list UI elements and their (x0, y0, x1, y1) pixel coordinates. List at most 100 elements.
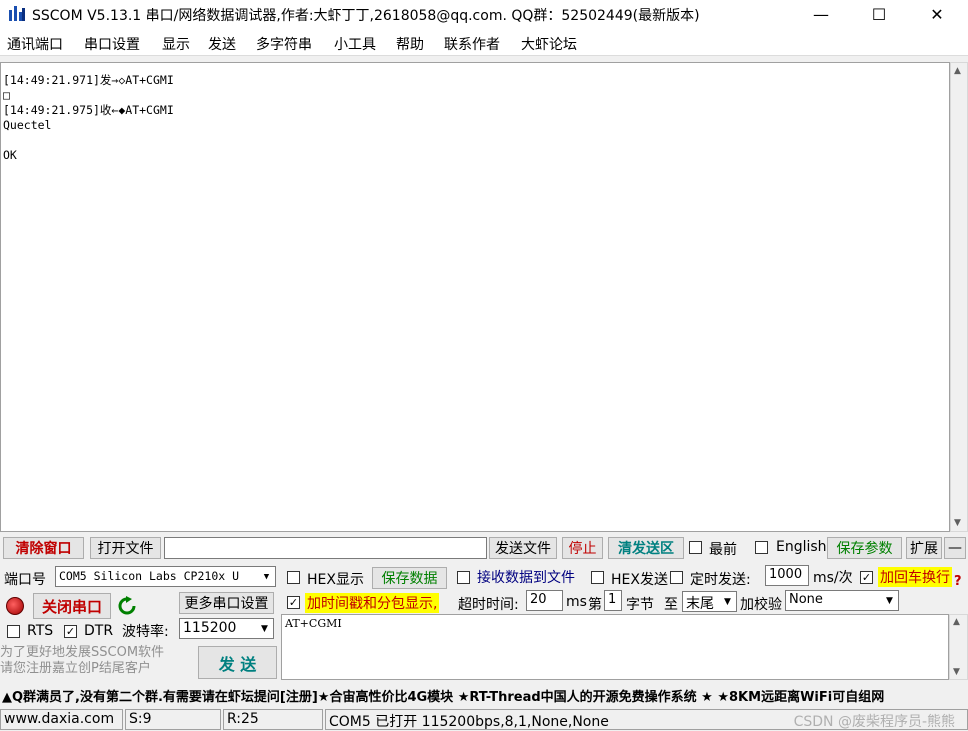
ad-text[interactable]: 为了更好地发展SSCOM软件 请您注册嘉立创P结尾客户 (0, 645, 195, 681)
help-icon[interactable]: ? (954, 574, 962, 589)
menu-send[interactable]: 发送 (208, 34, 236, 54)
chevron-down-icon[interactable]: ▼ (720, 593, 735, 610)
checksum-select[interactable]: None ▼ (785, 590, 899, 611)
latest-checkbox[interactable] (689, 541, 702, 554)
timeout-label: 超时时间: (458, 597, 519, 613)
dtr-checkbox[interactable]: ✓ (64, 625, 77, 638)
open-file-button[interactable]: 打开文件 (90, 537, 161, 559)
receive-line: Quectel (3, 118, 52, 132)
add-crlf-label: 加回车换行 (878, 567, 952, 587)
receive-line: [14:49:21.975]收←◆AT+CGMI (3, 103, 174, 117)
receive-line: □ (3, 88, 10, 102)
menu-contact[interactable]: 联系作者 (444, 34, 500, 54)
english-checkbox[interactable] (755, 541, 768, 554)
status-port: COM5 已打开 115200bps,8,1,None,None CSDN @废… (325, 709, 968, 730)
byte-label: 字节 (626, 597, 654, 613)
scroll-up-icon[interactable]: ▲ (954, 66, 961, 76)
send-button[interactable]: 发 送 (198, 646, 277, 679)
menu-serial-settings[interactable]: 串口设置 (84, 34, 140, 54)
checksum-label: 加校验 (740, 597, 782, 613)
send-input[interactable]: AT+CGMI (281, 614, 949, 680)
dtr-label: DTR (84, 623, 114, 639)
minimize-button[interactable]: — (798, 0, 844, 28)
window-title: SSCOM V5.13.1 串口/网络数据调试器,作者:大虾丁丁,2618058… (32, 8, 700, 24)
add-crlf-checkbox[interactable]: ✓ (860, 571, 873, 584)
timed-send-label: 定时发送: (690, 572, 751, 588)
ad-line: 请您注册嘉立创P结尾客户 (0, 661, 151, 676)
rts-checkbox[interactable] (7, 625, 20, 638)
rts-label: RTS (27, 623, 54, 639)
status-sent-count: S:9 (125, 709, 221, 730)
scroll-down-icon[interactable]: ▼ (954, 518, 961, 528)
chevron-down-icon[interactable]: ▼ (259, 568, 274, 585)
hex-send-checkbox[interactable] (591, 571, 604, 584)
maximize-button[interactable]: ☐ (856, 0, 902, 28)
menu-display[interactable]: 显示 (162, 34, 190, 54)
send-scrollbar[interactable]: ▲ ▼ (949, 614, 968, 680)
menu-tools[interactable]: 小工具 (334, 34, 376, 54)
menu-bar: 通讯端口 串口设置 显示 发送 多字符串 小工具 帮助 联系作者 大虾论坛 (0, 28, 968, 56)
refresh-icon[interactable] (117, 596, 137, 616)
port-status-icon (6, 597, 24, 615)
baud-value: 115200 (183, 620, 237, 636)
hex-display-label: HEX显示 (307, 572, 364, 588)
save-data-button[interactable]: 保存数据 (372, 567, 447, 589)
latest-label: 最前 (709, 542, 737, 558)
nth-input[interactable]: 1 (604, 590, 622, 611)
menu-comm-port[interactable]: 通讯端口 (7, 34, 63, 54)
timeout-input[interactable]: 20 (526, 590, 563, 611)
end-select[interactable]: 末尾 ▼ (682, 591, 737, 612)
timestamp-label: 加时间戳和分包显示, (305, 593, 440, 613)
interval-unit: ms/次 (813, 570, 853, 586)
checksum-value: None (789, 592, 823, 607)
title-bar: SSCOM V5.13.1 串口/网络数据调试器,作者:大虾丁丁,2618058… (0, 0, 968, 28)
save-params-button[interactable]: 保存参数 (827, 537, 902, 559)
menu-forum[interactable]: 大虾论坛 (521, 34, 577, 54)
timeout-unit: ms (566, 594, 587, 610)
port-value: COM5 Silicon Labs CP210x U (59, 569, 240, 583)
hex-send-label: HEX发送 (611, 572, 668, 588)
close-port-button[interactable]: 关闭串口 (33, 593, 111, 619)
status-site[interactable]: www.daxia.com (0, 709, 123, 730)
interval-input[interactable]: 1000 (765, 565, 809, 586)
chevron-down-icon[interactable]: ▼ (882, 592, 897, 609)
scroll-up-icon[interactable]: ▲ (953, 617, 960, 627)
baud-select[interactable]: 115200 ▼ (179, 618, 274, 639)
status-received-count: R:25 (223, 709, 323, 730)
chevron-down-icon[interactable]: ▼ (257, 620, 272, 637)
news-ticker[interactable]: ▲Q群满员了,没有第二个群.有需要请在虾坛提问[注册]★合宙高性价比4G模块 ★… (0, 683, 968, 707)
hex-display-checkbox[interactable] (287, 571, 300, 584)
stop-button[interactable]: 停止 (562, 537, 603, 559)
receive-line: [14:49:21.971]发→◇AT+CGMI (3, 73, 174, 87)
menu-multi-string[interactable]: 多字符串 (256, 34, 312, 54)
app-icon (9, 6, 25, 21)
timestamp-checkbox[interactable]: ✓ (287, 596, 300, 609)
more-port-settings-button[interactable]: 更多串口设置 (179, 592, 274, 614)
receive-scrollbar[interactable]: ▲ ▼ (950, 62, 968, 532)
receive-line: OK (3, 148, 17, 162)
clear-send-button[interactable]: 清发送区 (608, 537, 684, 559)
end-value: 末尾 (686, 596, 714, 612)
baud-label: 波特率: (122, 624, 169, 640)
english-label: English (776, 539, 827, 555)
send-file-button[interactable]: 发送文件 (489, 537, 557, 559)
receive-area[interactable]: [14:49:21.971]发→◇AT+CGMI □ [14:49:21.975]收… (0, 62, 950, 532)
status-port-text: COM5 已打开 115200bps,8,1,None,None (329, 714, 609, 730)
receive-line (3, 133, 947, 148)
recv-to-file-checkbox[interactable] (457, 571, 470, 584)
recv-to-file-label[interactable]: 接收数据到文件 (477, 567, 575, 587)
clear-window-button[interactable]: 清除窗口 (3, 537, 84, 559)
to-label: 至 (664, 597, 678, 613)
ad-line: 为了更好地发展SSCOM软件 (0, 645, 165, 660)
nth-label: 第 (588, 597, 602, 613)
collapse-button[interactable]: — (944, 537, 966, 559)
port-select[interactable]: COM5 Silicon Labs CP210x U ▼ (55, 566, 276, 587)
port-label: 端口号 (4, 572, 46, 588)
watermark: CSDN @废柴程序员-熊熊 (793, 714, 955, 730)
expand-button[interactable]: 扩展 (906, 537, 942, 559)
file-path-input[interactable] (164, 537, 487, 559)
menu-help[interactable]: 帮助 (396, 34, 424, 54)
scroll-down-icon[interactable]: ▼ (953, 667, 960, 677)
timed-send-checkbox[interactable] (670, 571, 683, 584)
close-button[interactable]: ✕ (914, 0, 960, 28)
